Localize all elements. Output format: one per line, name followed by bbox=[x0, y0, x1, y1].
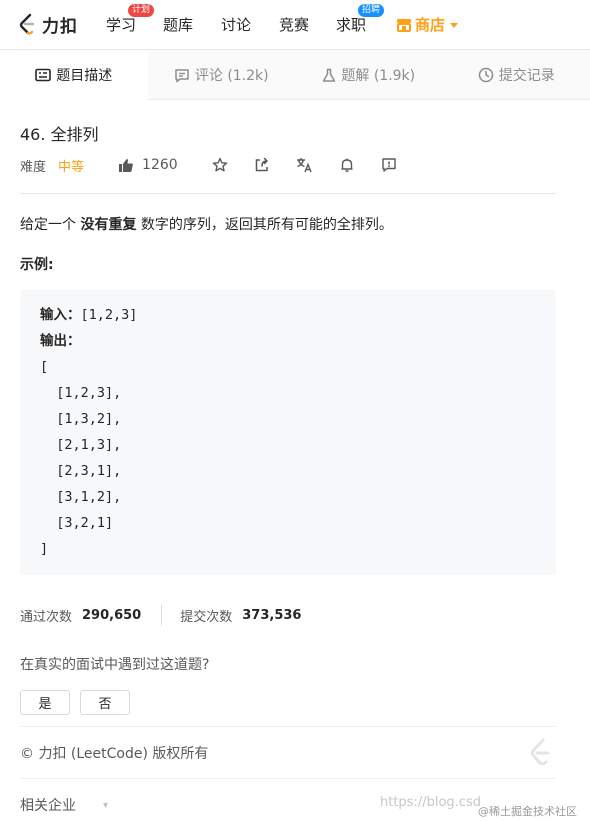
output-line: [3,2,1] bbox=[40, 515, 114, 531]
copyright-text: © 力扣 (LeetCode) 版权所有 bbox=[20, 746, 209, 762]
output-line: [1,2,3], bbox=[40, 385, 122, 401]
interview-question: 在真实的面试中遇到过这道题? bbox=[20, 657, 210, 673]
nav-item-problems[interactable]: 题库 bbox=[163, 14, 193, 35]
description-icon bbox=[35, 68, 52, 82]
problem-tabs: 题目描述 评论 (1.2k) 题解 (1.9k) 提交记录 bbox=[0, 50, 590, 100]
comment-icon bbox=[175, 68, 189, 82]
tab-comments[interactable]: 评论 (1.2k) bbox=[148, 50, 296, 100]
difficulty-value: 中等 bbox=[58, 159, 85, 175]
leetcode-logo[interactable]: 力扣 bbox=[18, 12, 78, 37]
logo-text: 力扣 bbox=[42, 16, 78, 37]
problem-title: 46. 全排列 bbox=[20, 125, 99, 144]
divider bbox=[20, 778, 556, 779]
leetcode-watermark-icon bbox=[526, 737, 556, 771]
desc-text: 给定一个 bbox=[20, 217, 81, 233]
flask-icon bbox=[323, 68, 336, 82]
bell-icon[interactable] bbox=[339, 157, 355, 173]
output-line: ] bbox=[40, 541, 49, 557]
difficulty-label: 难度 bbox=[20, 159, 47, 175]
nav-item-label: 题库 bbox=[163, 16, 194, 34]
accepted-label: 通过次数 bbox=[20, 609, 73, 625]
problem-stats: 通过次数 290,650 提交次数 373,536 bbox=[20, 604, 301, 626]
nav-item-label: 讨论 bbox=[221, 16, 252, 34]
plan-badge: 计划 bbox=[128, 4, 155, 17]
example-input-line: 输入：[1,2,3] bbox=[40, 304, 536, 330]
top-navbar: 力扣 学习 计划 题库 讨论 竞赛 求职 招聘 商店 bbox=[0, 0, 590, 50]
submissions-value: 373,536 bbox=[242, 607, 302, 623]
nav-item-contest[interactable]: 竞赛 bbox=[279, 14, 309, 35]
feedback-icon[interactable] bbox=[381, 157, 397, 173]
submissions-label: 提交次数 bbox=[180, 609, 233, 625]
example-heading: 示例: bbox=[20, 257, 54, 273]
thumbs-up-icon[interactable] bbox=[118, 158, 134, 173]
tab-solutions[interactable]: 题解 (1.9k) bbox=[295, 50, 443, 100]
problem-meta: 难度 中等 1260 bbox=[20, 154, 556, 176]
no-button[interactable]: 否 bbox=[80, 690, 130, 715]
accepted-value: 290,650 bbox=[82, 607, 142, 623]
nav-item-study[interactable]: 学习 计划 bbox=[106, 4, 155, 35]
tab-label: 题解 (1.9k) bbox=[341, 68, 416, 84]
history-icon bbox=[478, 67, 493, 83]
example-output-line: 输出： bbox=[40, 330, 536, 356]
related-companies[interactable]: 相关企业 bbox=[20, 795, 76, 815]
shop-label: 商店 bbox=[415, 16, 446, 34]
share-icon[interactable] bbox=[254, 157, 270, 173]
input-value: [1,2,3] bbox=[80, 307, 138, 323]
tab-label: 提交记录 bbox=[498, 68, 555, 84]
input-label: 输入： bbox=[40, 307, 81, 323]
nav-item-shop[interactable]: 商店 bbox=[396, 14, 459, 35]
like-count: 1260 bbox=[142, 157, 178, 173]
star-icon[interactable] bbox=[212, 157, 228, 173]
output-line: [2,1,3], bbox=[40, 437, 122, 453]
desc-bold-text: 没有重复 bbox=[80, 217, 137, 233]
output-label: 输出： bbox=[40, 333, 81, 349]
leetcode-logo-icon bbox=[19, 13, 35, 35]
yes-button[interactable]: 是 bbox=[20, 690, 70, 715]
nav-item-label: 学习 bbox=[106, 16, 137, 34]
nav-item-jobs[interactable]: 求职 招聘 bbox=[336, 4, 385, 35]
tab-label: 题目描述 bbox=[56, 68, 113, 84]
desc-text: 数字的序列，返回其所有可能的全排列。 bbox=[136, 217, 393, 233]
nav-item-discuss[interactable]: 讨论 bbox=[221, 14, 251, 35]
output-line: [3,1,2], bbox=[40, 489, 122, 505]
chevron-down-icon bbox=[450, 23, 459, 28]
tab-label: 评论 (1.2k) bbox=[194, 68, 269, 84]
chevron-down-icon[interactable]: ▾ bbox=[103, 800, 108, 811]
hiring-badge: 招聘 bbox=[358, 4, 385, 17]
stats-separator bbox=[161, 604, 163, 626]
output-line: [ bbox=[40, 359, 49, 375]
divider bbox=[20, 193, 556, 194]
problem-description: 给定一个 没有重复 数字的序列，返回其所有可能的全排列。 bbox=[20, 214, 393, 234]
nav-item-label: 求职 bbox=[336, 16, 367, 34]
tab-description[interactable]: 题目描述 bbox=[0, 50, 148, 100]
translate-icon[interactable] bbox=[296, 157, 313, 173]
watermark-url: https://blog.csd bbox=[380, 795, 481, 810]
shop-icon bbox=[397, 18, 411, 32]
output-line: [2,3,1], bbox=[40, 463, 122, 479]
example-code-block: 输入：[1,2,3] 输出： [ [1,2,3], [1,3,2], [2,1,… bbox=[20, 290, 556, 575]
tab-submissions[interactable]: 提交记录 bbox=[443, 50, 590, 100]
nav-item-label: 竞赛 bbox=[279, 16, 310, 34]
divider bbox=[20, 726, 556, 727]
watermark-site: @稀土掘金技术社区 bbox=[478, 805, 577, 818]
output-line: [1,3,2], bbox=[40, 411, 122, 427]
